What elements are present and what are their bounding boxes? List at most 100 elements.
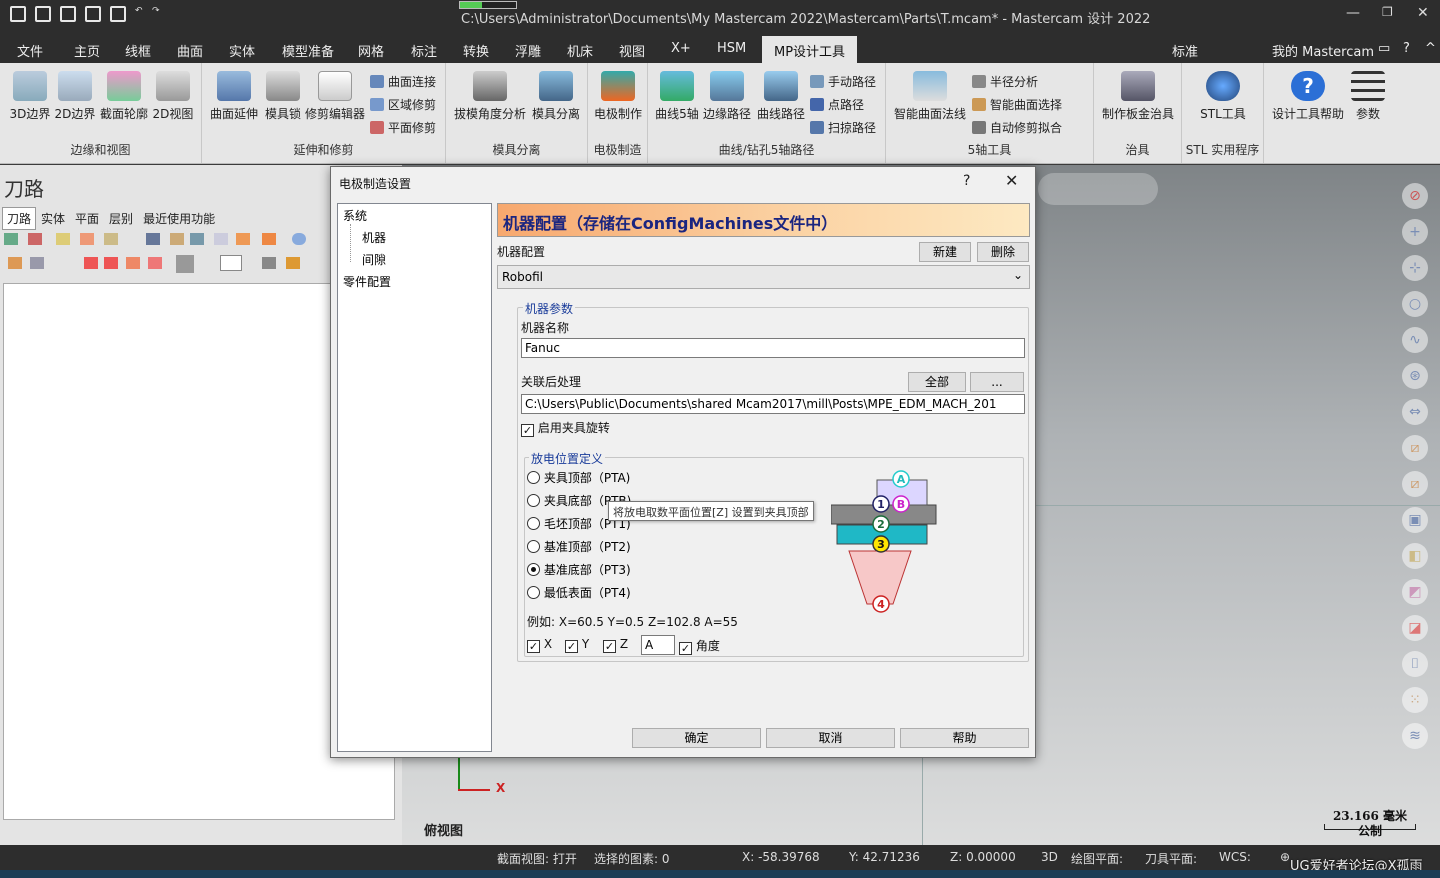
tab-wireframe[interactable]: 线框 [125, 41, 151, 60]
toggle-display-icon[interactable] [30, 257, 44, 269]
trim-editor-button[interactable]: 修剪编辑器 [302, 71, 368, 122]
tree-node-machine[interactable]: 机器 [362, 229, 386, 246]
surface-extend-button[interactable]: 曲面延伸 [206, 71, 262, 122]
tab-solid[interactable]: 实体 [229, 41, 255, 60]
tab-surface[interactable]: 曲面 [177, 41, 203, 60]
layers-icon[interactable]: ≋ [1402, 723, 1428, 749]
rotate-icon[interactable]: ⊛ [1402, 363, 1428, 389]
tab-home[interactable]: 主页 [74, 41, 100, 60]
tab-planes[interactable]: 平面 [70, 207, 104, 230]
mold-lock-button[interactable]: 模具锁 [262, 71, 304, 122]
tab-mp-design-tools[interactable]: MP设计工具 [762, 36, 858, 63]
new-file-icon[interactable] [10, 6, 26, 22]
delete-button[interactable]: 删除 [977, 242, 1029, 262]
move-up-icon[interactable] [104, 257, 118, 269]
electrode-make-button[interactable]: 电极制作 [592, 71, 644, 122]
sheet-fixture-button[interactable]: 制作板金治具 [1098, 71, 1178, 122]
curve-5axis-button[interactable]: 曲线5轴 [654, 71, 700, 122]
option-fixture-top[interactable]: 夹具顶部（PTA) [527, 469, 630, 486]
region-trim-button[interactable]: 区域修剪 [370, 96, 436, 113]
feedback-icon[interactable]: ▭ [1378, 41, 1390, 56]
ok-button[interactable]: 确定 [632, 728, 761, 748]
help-icon[interactable]: ? [1403, 41, 1410, 56]
mode-3d[interactable]: 3D [1041, 850, 1058, 864]
manual-path-button[interactable]: 手动路径 [810, 73, 876, 90]
minimize-icon[interactable]: — [1346, 5, 1360, 21]
tab-levels[interactable]: 层别 [104, 207, 138, 230]
radio-button-selected[interactable] [527, 563, 540, 576]
tab-file[interactable]: 文件 [17, 41, 43, 60]
regenerate-icon[interactable] [56, 233, 70, 245]
section-view-status[interactable]: 截面视图: 打开 [497, 850, 577, 867]
standard-dropdown[interactable]: 标准 [1172, 41, 1198, 60]
curve-icon[interactable]: ∿ [1402, 327, 1428, 353]
circle-icon[interactable]: ○ [1402, 291, 1428, 317]
verify-icon[interactable] [170, 233, 184, 245]
machine-select[interactable]: Robofil ⌄ [497, 265, 1030, 289]
section-profile-button[interactable]: 截面轮廓 [98, 71, 150, 122]
blocks2-icon[interactable]: ◪ [1402, 615, 1428, 641]
tab-view[interactable]: 视图 [619, 41, 645, 60]
cube-icon[interactable]: ▣ [1402, 507, 1428, 533]
ruler-icon[interactable]: ⧄ [1402, 435, 1428, 461]
pointer-icon[interactable] [176, 255, 194, 273]
tool-plane[interactable]: 刀具平面: [1145, 850, 1197, 867]
help-button[interactable]: 帮助 [900, 728, 1029, 748]
option-lowest-surface[interactable]: 最低表面（PT4) [527, 584, 631, 601]
edge-path-button[interactable]: 边缘路径 [700, 71, 754, 122]
select-all-icon[interactable] [4, 233, 18, 245]
dialog-close-icon[interactable]: ✕ [1005, 171, 1018, 190]
3d-boundary-button[interactable]: 3D边界 [8, 71, 52, 122]
redo-icon[interactable]: ↷ [152, 6, 160, 22]
zoom-in-icon[interactable]: + [1402, 219, 1428, 245]
tab-model-prep[interactable]: 模型准备 [282, 41, 334, 60]
machine-name-input[interactable]: Fanuc [521, 338, 1025, 358]
help-small-icon[interactable] [292, 233, 306, 245]
restore-icon[interactable]: ❐ [1382, 5, 1393, 19]
radio-button[interactable] [527, 540, 540, 553]
box-icon[interactable]: ◧ [1402, 543, 1428, 569]
2d-boundary-button[interactable]: 2D边界 [53, 71, 97, 122]
draft-angle-analysis-button[interactable]: 拔模角度分析 [452, 71, 528, 122]
tab-toolpaths[interactable]: 刀路 [2, 207, 37, 230]
ruler2-icon[interactable]: ⧄ [1402, 471, 1428, 497]
g1-icon[interactable] [214, 233, 228, 245]
dialog-help-icon[interactable]: ? [963, 173, 970, 189]
collapse-ribbon-icon[interactable]: ^ [1425, 41, 1436, 56]
checkbox-checked[interactable]: ✓ [679, 642, 692, 655]
zoom-window-icon[interactable]: ⊹ [1402, 255, 1428, 281]
radio-button[interactable] [527, 471, 540, 484]
tab-relief[interactable]: 浮雕 [515, 41, 541, 60]
checkbox-checked[interactable]: ✓ [565, 640, 578, 653]
chk-z[interactable]: ✓ Z [603, 637, 628, 653]
smart-surface-normal-button[interactable]: 智能曲面法线 [892, 71, 968, 122]
drawing-plane[interactable]: 绘图平面: [1071, 850, 1123, 867]
tab-recent[interactable]: 最近使用功能 [138, 207, 220, 230]
move-down-icon[interactable] [84, 257, 98, 269]
my-mastercam-link[interactable]: 我的 Mastercam [1272, 41, 1374, 60]
blocks-icon[interactable]: ◩ [1402, 579, 1428, 605]
checkbox-checked[interactable]: ✓ [521, 424, 534, 437]
tab-hsm[interactable]: HSM [717, 41, 746, 56]
mold-split-button[interactable]: 模具分离 [528, 71, 584, 122]
radio-button[interactable] [527, 586, 540, 599]
tab-machine[interactable]: 机床 [567, 41, 593, 60]
tab-transform[interactable]: 转换 [463, 41, 489, 60]
undo-icon[interactable]: ↶ [135, 6, 143, 22]
chk-y[interactable]: ✓ Y [565, 637, 589, 653]
chk-x[interactable]: ✓ X [527, 637, 552, 653]
point-path-button[interactable]: 点路径 [810, 96, 864, 113]
chk-angle[interactable]: ✓ 角度 [679, 637, 720, 655]
viewport-toolbar[interactable] [1038, 173, 1158, 205]
deselect-icon[interactable] [28, 233, 42, 245]
tree-node-system[interactable]: 系统 [343, 207, 367, 224]
no-entry-icon[interactable]: ⊘ [1402, 183, 1428, 209]
expand-icon[interactable] [148, 257, 162, 269]
tab-xplus[interactable]: X+ [671, 41, 691, 56]
regen-dirty-icon[interactable] [80, 233, 94, 245]
open-icon[interactable] [60, 6, 76, 22]
z-coordinate[interactable]: Z: 0.00000 [950, 850, 1016, 864]
post-path-input[interactable]: C:\Users\Public\Documents\shared Mcam201… [521, 394, 1025, 414]
measure-icon[interactable]: ⇔ [1402, 399, 1428, 425]
settings-icon[interactable] [286, 257, 300, 269]
